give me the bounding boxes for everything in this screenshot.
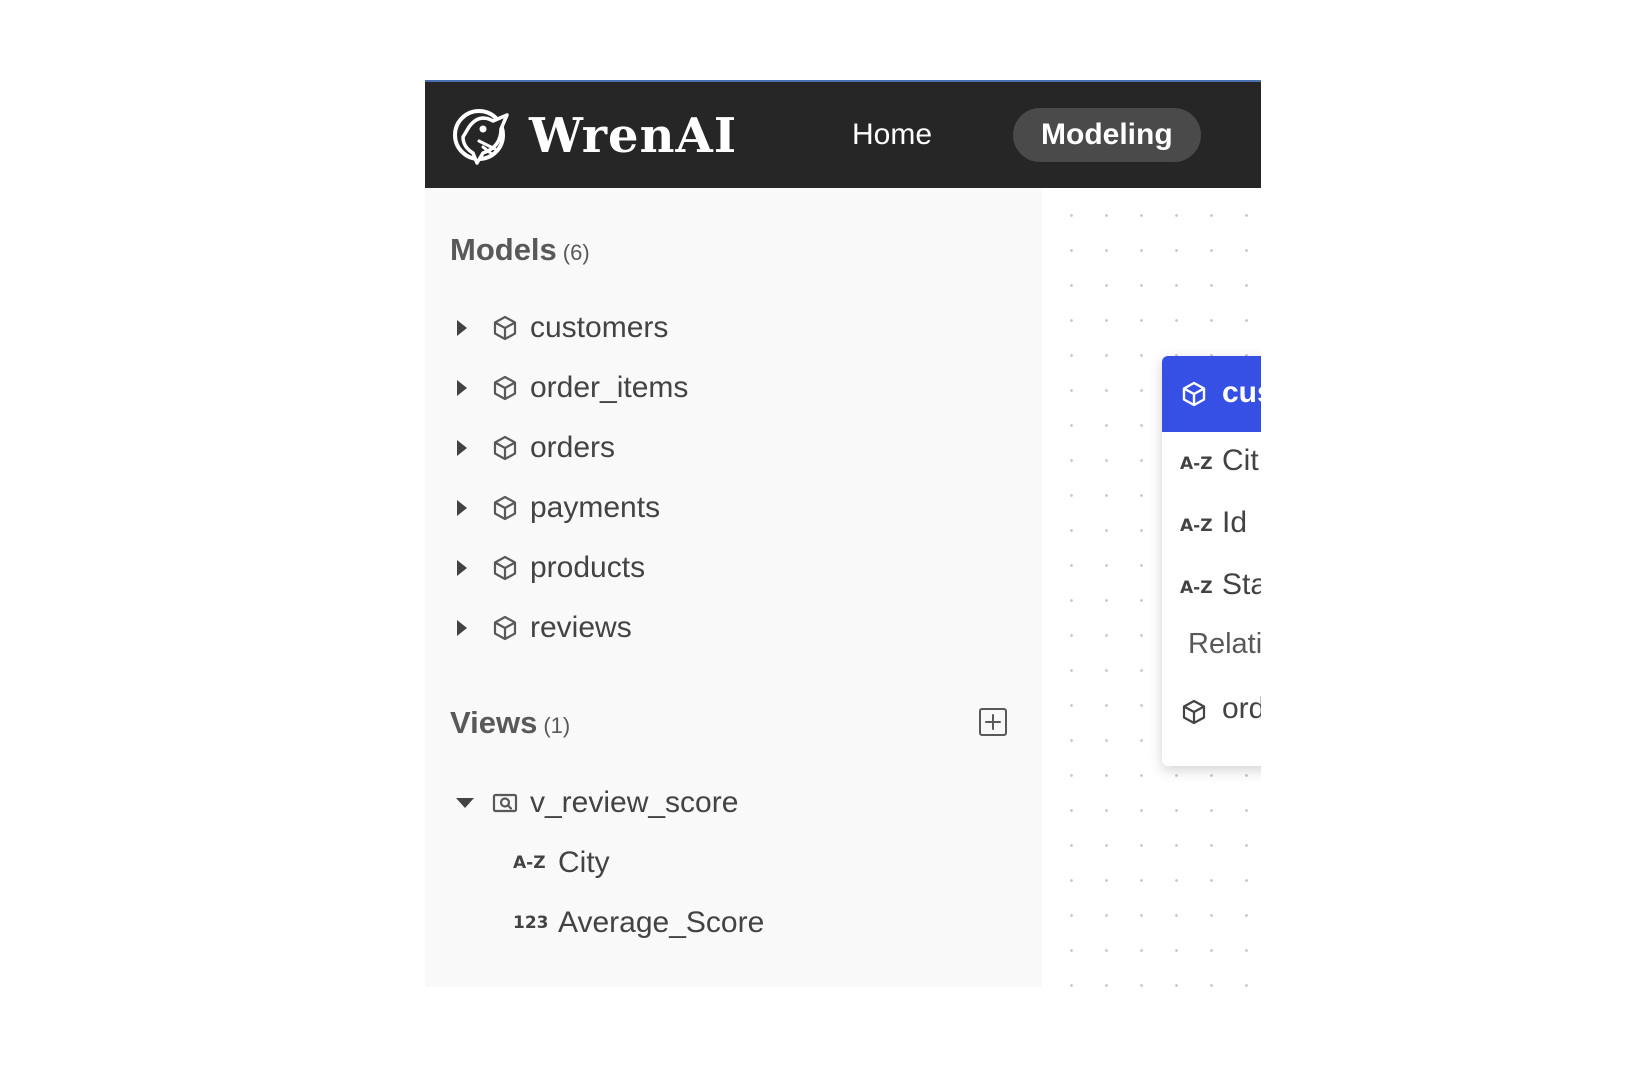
view-column-city[interactable]: A-Z City xyxy=(425,838,1042,888)
models-title: Models xyxy=(450,232,557,267)
relationships-label: Relati xyxy=(1188,628,1261,660)
node-column[interactable]: A-Z Sta xyxy=(1162,556,1261,616)
brand-logo[interactable]: WrenAI xyxy=(449,100,749,172)
tree-item-customers[interactable]: customers xyxy=(425,303,1042,353)
caret-right-icon[interactable] xyxy=(455,619,469,637)
model-node-title: cus xyxy=(1222,376,1261,409)
caret-right-icon[interactable] xyxy=(455,319,469,337)
add-view-icon[interactable] xyxy=(978,707,1008,737)
model-node-customers[interactable]: cus A-Z Cit A-Z Id A-Z Sta Relati ord xyxy=(1162,356,1261,766)
tree-item-label: payments xyxy=(530,491,661,524)
views-title: Views xyxy=(450,705,538,740)
diagram-canvas[interactable]: cus A-Z Cit A-Z Id A-Z Sta Relati ord xyxy=(1042,188,1261,987)
top-header: WrenAI Home Modeling xyxy=(425,80,1261,188)
node-relationship-label: ord xyxy=(1222,692,1261,725)
tree-item-orders[interactable]: orders xyxy=(425,423,1042,473)
tree-item-label: reviews xyxy=(530,611,632,644)
tree-item-payments[interactable]: payments xyxy=(425,483,1042,533)
model-node-header[interactable]: cus xyxy=(1162,356,1261,432)
tree-item-order-items[interactable]: order_items xyxy=(425,363,1042,413)
view-icon xyxy=(490,788,520,818)
number-type-icon: 123 xyxy=(513,913,549,933)
nav-home[interactable]: Home xyxy=(842,114,942,156)
text-type-icon: A-Z xyxy=(1180,578,1213,598)
views-count: (1) xyxy=(543,713,571,738)
views-section-title: Views (1) xyxy=(450,703,570,743)
view-column-label: Average_Score xyxy=(558,906,765,939)
text-type-icon: A-Z xyxy=(1180,516,1213,536)
cube-icon xyxy=(490,433,520,463)
text-type-icon: A-Z xyxy=(513,853,546,873)
brand-name: WrenAI xyxy=(529,108,738,164)
tree-item-label: v_review_score xyxy=(530,786,739,819)
caret-down-icon[interactable] xyxy=(455,794,475,812)
tree-item-reviews[interactable]: reviews xyxy=(425,603,1042,653)
tree-item-label: order_items xyxy=(530,371,689,404)
sidebar: Models (6) customers order_items orders … xyxy=(425,188,1042,987)
cube-icon xyxy=(1182,699,1206,725)
caret-right-icon[interactable] xyxy=(455,439,469,457)
cube-icon xyxy=(490,493,520,523)
caret-right-icon[interactable] xyxy=(455,379,469,397)
node-column[interactable]: A-Z Cit xyxy=(1162,432,1261,492)
cube-icon xyxy=(490,553,520,583)
tree-item-label: orders xyxy=(530,431,616,464)
tree-item-products[interactable]: products xyxy=(425,543,1042,593)
models-count: (6) xyxy=(562,240,590,265)
node-column[interactable]: A-Z Id xyxy=(1162,494,1261,554)
cube-icon xyxy=(490,613,520,643)
nav-modeling[interactable]: Modeling xyxy=(1013,108,1201,162)
tree-item-label: customers xyxy=(530,311,669,344)
cube-icon xyxy=(1182,381,1206,407)
wren-bird-icon xyxy=(453,109,509,165)
view-column-label: City xyxy=(558,846,610,879)
caret-right-icon[interactable] xyxy=(455,499,469,517)
cube-icon xyxy=(490,313,520,343)
models-section-title: Models (6) xyxy=(450,230,590,270)
tree-item-v-review-score[interactable]: v_review_score xyxy=(425,778,1042,828)
node-column-label: Id xyxy=(1222,506,1248,539)
text-type-icon: A-Z xyxy=(1180,454,1213,474)
node-relationship[interactable]: ord xyxy=(1162,680,1261,740)
tree-item-label: products xyxy=(530,551,646,584)
node-column-label: Cit xyxy=(1222,444,1259,477)
view-column-average-score[interactable]: 123 Average_Score xyxy=(425,898,1042,948)
app-window: WrenAI Home Modeling Models (6) customers xyxy=(425,80,1261,987)
node-column-label: Sta xyxy=(1222,568,1261,601)
cube-icon xyxy=(490,373,520,403)
caret-right-icon[interactable] xyxy=(455,559,469,577)
